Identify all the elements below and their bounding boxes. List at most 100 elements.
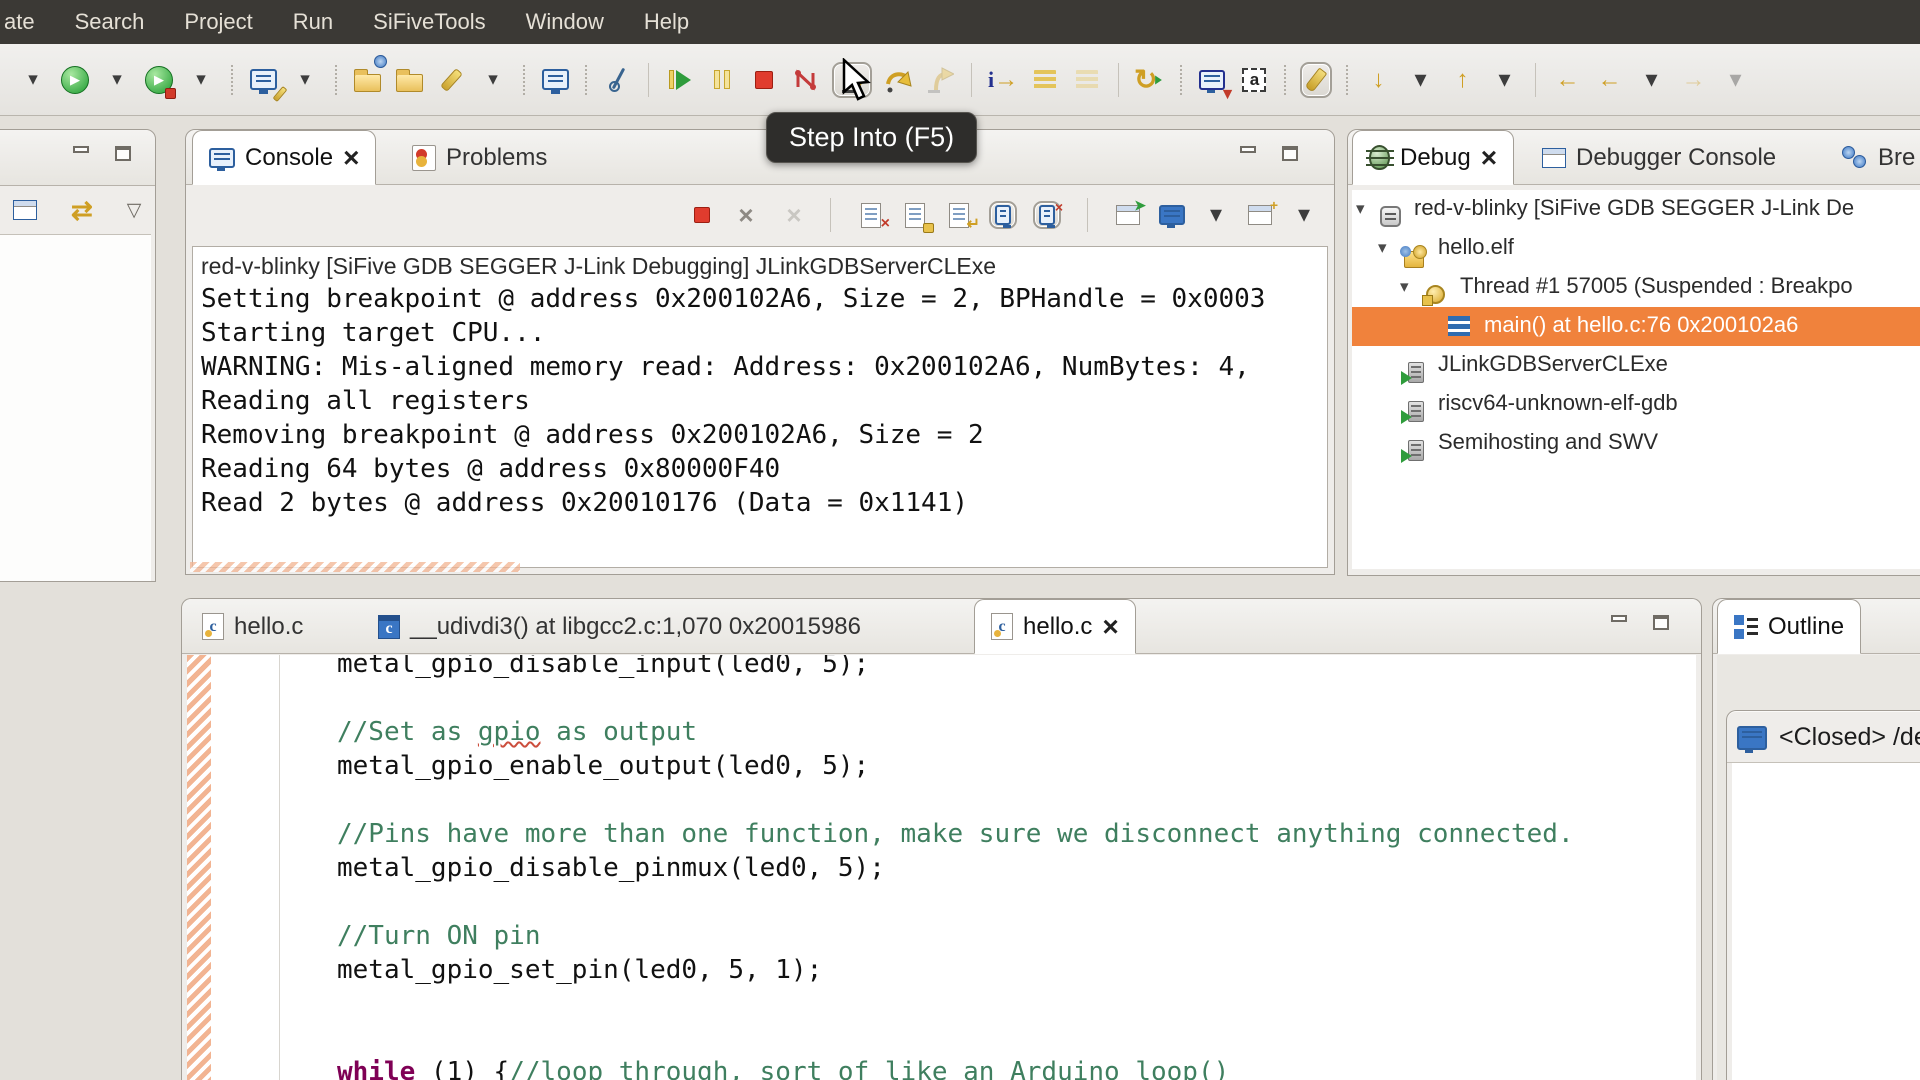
- close-icon[interactable]: ×: [1481, 143, 1497, 172]
- suspend-button[interactable]: [706, 62, 738, 98]
- lock-icon: [923, 223, 934, 233]
- menu-search[interactable]: Search: [75, 9, 145, 35]
- remove-launch-button[interactable]: ×: [732, 201, 760, 229]
- display-console-dropdown[interactable]: ▾: [1202, 201, 1230, 229]
- next-annotation-dropdown[interactable]: ▾: [1404, 62, 1436, 98]
- previous-annotation-dropdown[interactable]: ▾: [1488, 62, 1520, 98]
- scroll-lock-button[interactable]: [901, 201, 934, 233]
- tab-udivdi3[interactable]: c __udivdi3() at libgcc2.c:1,070 0x20015…: [362, 599, 877, 654]
- tab-outline[interactable]: Outline: [1717, 599, 1862, 654]
- previous-annotation-button[interactable]: ↑: [1446, 62, 1478, 98]
- disconnect-button[interactable]: [790, 62, 822, 98]
- search-dropdown[interactable]: ▾: [477, 62, 509, 98]
- tab-problems[interactable]: Problems: [396, 130, 563, 185]
- tree-row-process[interactable]: JLinkGDBServerCLExe: [1352, 346, 1920, 385]
- tab-console[interactable]: Console ×: [192, 130, 377, 185]
- tree-row-launch[interactable]: ▾ red-v-blinky [SiFive GDB SEGGER J-Link…: [1352, 190, 1920, 229]
- menu-project[interactable]: Project: [184, 9, 252, 35]
- menu-bar: ate Search Project Run SiFiveTools Windo…: [0, 0, 1920, 44]
- last-edit-location-button[interactable]: ←: [1551, 62, 1583, 98]
- search-button[interactable]: [435, 62, 467, 98]
- tree-row-elf[interactable]: ▾ hello.elf: [1352, 229, 1920, 268]
- run-dropdown[interactable]: ▾: [101, 62, 133, 98]
- instruction-stepping-button[interactable]: i →: [987, 62, 1019, 98]
- chevron-down-icon[interactable]: ▾: [1356, 199, 1365, 219]
- terminal-button[interactable]: [539, 62, 571, 98]
- terminate-button[interactable]: [688, 201, 716, 229]
- menu-sifivetools[interactable]: SiFiveTools: [373, 9, 485, 35]
- debug-button[interactable]: ▶: [143, 62, 176, 99]
- back-dropdown[interactable]: ▾: [1635, 62, 1667, 98]
- disconnect-icon: [795, 69, 816, 90]
- tab-breakpoints[interactable]: Bre: [1826, 130, 1920, 185]
- chevron-down-icon[interactable]: ▾: [17, 62, 49, 98]
- open-console-link-button[interactable]: ➤: [1114, 197, 1146, 229]
- minimize-icon[interactable]: [1611, 615, 1627, 622]
- word-wrap-button[interactable]: ↵: [945, 201, 980, 233]
- open-folder-button[interactable]: [393, 62, 425, 98]
- console-line: Removing breakpoint @ address 0x200102A6…: [201, 420, 984, 450]
- close-icon[interactable]: ×: [343, 143, 359, 172]
- collapse-all-icon[interactable]: [13, 200, 37, 220]
- open-project-button[interactable]: [351, 54, 387, 98]
- menu-help[interactable]: Help: [644, 9, 689, 35]
- view-menu-icon[interactable]: ▽: [127, 201, 142, 220]
- menu-run[interactable]: Run: [293, 9, 333, 35]
- show-execution-button[interactable]: [1029, 62, 1061, 98]
- clear-console-button[interactable]: ×: [857, 201, 890, 232]
- link-with-editor-icon[interactable]: ⇄: [71, 197, 93, 223]
- pin-console-button[interactable]: [989, 201, 1017, 229]
- minimize-icon[interactable]: [73, 146, 89, 153]
- terminal-subpanel-header[interactable]: <Closed> /de: [1727, 711, 1920, 763]
- code-line: //Pins have more than one function, make…: [337, 819, 1574, 849]
- restart-button[interactable]: ↻: [1134, 62, 1166, 98]
- slash-tool-button[interactable]: [601, 62, 633, 98]
- step-return-button[interactable]: [924, 62, 956, 98]
- tab-label: Bre: [1878, 143, 1916, 171]
- open-console-button[interactable]: +: [1246, 197, 1278, 229]
- console-output[interactable]: red-v-blinky [SiFive GDB SEGGER J-Link D…: [192, 246, 1328, 568]
- debug-dropdown[interactable]: ▾: [185, 62, 217, 98]
- restart-play-icon: [1155, 75, 1163, 84]
- back-button[interactable]: ←: [1593, 62, 1625, 98]
- minimize-icon[interactable]: [1240, 146, 1256, 153]
- tab-hello-c-1[interactable]: c hello.c: [186, 599, 319, 654]
- forward-dropdown[interactable]: ▾: [1719, 62, 1751, 98]
- new-wizard-dropdown[interactable]: ▾: [289, 62, 321, 98]
- new-wizard-button[interactable]: [247, 62, 288, 102]
- source-box-button[interactable]: a: [1238, 62, 1270, 98]
- terminate-button[interactable]: [748, 62, 780, 98]
- tab-label: Outline: [1768, 612, 1845, 640]
- close-icon[interactable]: ×: [1102, 612, 1118, 641]
- resume-button[interactable]: [664, 62, 696, 98]
- remove-all-terminated-button[interactable]: ×: [776, 201, 804, 229]
- run-button[interactable]: ▶: [59, 62, 91, 98]
- tab-hello-c-active[interactable]: c hello.c ×: [974, 599, 1136, 654]
- chevron-down-icon[interactable]: ▾: [1378, 238, 1387, 258]
- display-selected-console-button[interactable]: [1158, 201, 1186, 229]
- console-pin-button[interactable]: ▼: [1196, 62, 1235, 103]
- menu-navigate[interactable]: ate: [4, 9, 35, 35]
- menu-window[interactable]: Window: [526, 9, 604, 35]
- tree-row-thread[interactable]: ▾ Thread #1 57005 (Suspended : Breakpo: [1352, 268, 1920, 307]
- maximize-icon[interactable]: [1282, 146, 1298, 161]
- maximize-icon[interactable]: [115, 146, 131, 161]
- tree-row-process[interactable]: riscv64-unknown-elf-gdb: [1352, 385, 1920, 424]
- step-filters-button[interactable]: [1071, 62, 1103, 98]
- maximize-icon[interactable]: [1653, 615, 1669, 630]
- mark-occurrences-button[interactable]: [1300, 61, 1333, 98]
- forward-button[interactable]: →: [1677, 62, 1709, 98]
- next-annotation-button[interactable]: ↓: [1362, 62, 1394, 98]
- project-explorer-content[interactable]: [0, 234, 151, 581]
- debug-tree: ▾ red-v-blinky [SiFive GDB SEGGER J-Link…: [1352, 190, 1920, 569]
- open-console-dropdown[interactable]: ▾: [1290, 201, 1318, 229]
- step-over-button[interactable]: [882, 62, 914, 98]
- tree-row-stack-frame[interactable]: main() at hello.c:76 0x200102a6: [1352, 307, 1920, 346]
- code-editor[interactable]: metal_gpio_disable_input(led0, 5); //Set…: [187, 655, 1696, 1080]
- tab-debugger-console[interactable]: Debugger Console: [1526, 130, 1792, 185]
- tab-debug[interactable]: Debug ×: [1352, 130, 1515, 185]
- chevron-down-icon[interactable]: ▾: [1400, 277, 1409, 297]
- tree-row-process[interactable]: Semihosting and SWV: [1352, 424, 1920, 463]
- show-stderr-button[interactable]: ×: [1033, 199, 1063, 229]
- code-area[interactable]: metal_gpio_disable_input(led0, 5); //Set…: [337, 655, 1696, 1080]
